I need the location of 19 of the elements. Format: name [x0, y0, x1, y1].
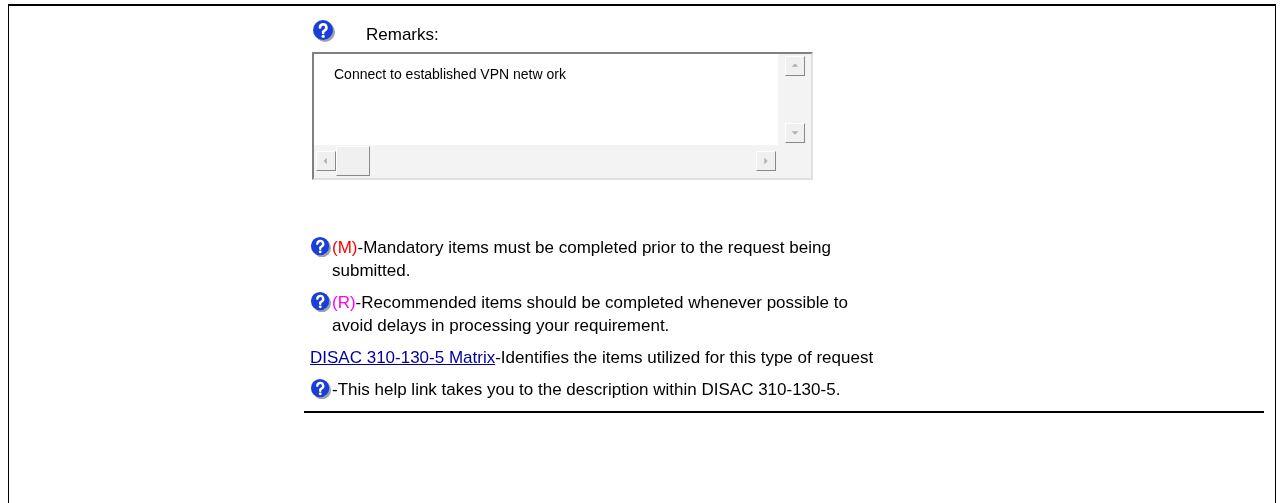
vertical-scrollbar[interactable] [778, 53, 811, 145]
remarks-label: Remarks: [366, 24, 439, 46]
scroll-arrow-button[interactable] [316, 151, 336, 171]
legend-text: -Identifies the items utilized for this type of request [495, 347, 874, 367]
help-icon[interactable] [310, 235, 332, 258]
scroll-thumb[interactable] [336, 146, 370, 176]
matrix-link[interactable]: DISAC 310-130-5 Matrix [310, 347, 496, 367]
legend-note: (R)-Recommended items should be completed whenever possible to avoid delays in processing your requirement. [332, 291, 849, 337]
scroll-arrow-button[interactable] [784, 122, 805, 143]
remarks-text: Connect to established VPN netw ork [334, 65, 566, 82]
legend-note: (M)-Mandatory items must be completed prior to the request being submitted. [332, 236, 832, 282]
scroll-arrow-button[interactable] [784, 55, 805, 76]
help-icon[interactable] [310, 290, 332, 313]
help-icon[interactable] [310, 377, 332, 400]
remarks-field[interactable]: Connect to established VPN netw ork [312, 51, 813, 180]
scroll-arrow-button[interactable] [756, 151, 776, 171]
help-icon[interactable] [312, 18, 336, 43]
legend-note: -This help link takes you to the description within DISAC 310-130-5. [332, 378, 842, 401]
horizontal-scrollbar[interactable] [314, 144, 811, 178]
